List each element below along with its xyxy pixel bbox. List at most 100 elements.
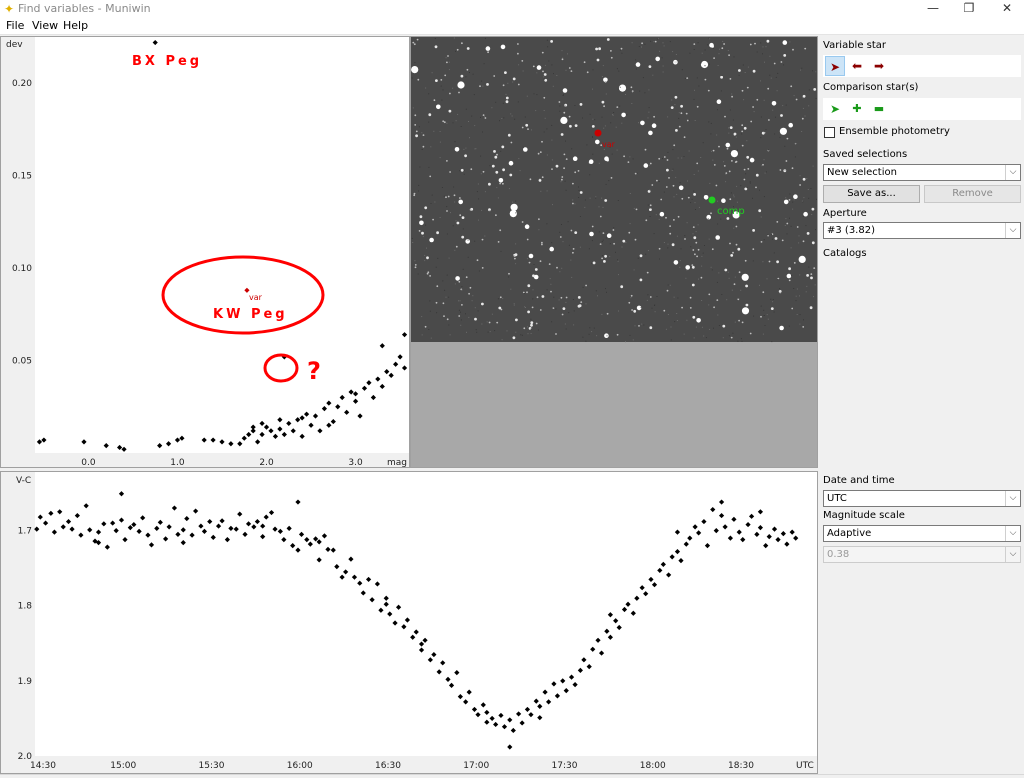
- lc-data-point[interactable]: [616, 624, 622, 631]
- data-point[interactable]: [121, 446, 127, 452]
- data-point[interactable]: [352, 391, 359, 397]
- lc-data-point[interactable]: [639, 585, 645, 591]
- data-point[interactable]: [393, 361, 399, 367]
- lc-data-point[interactable]: [154, 525, 160, 531]
- lc-data-point[interactable]: [357, 580, 363, 586]
- lc-data-point[interactable]: [215, 523, 222, 529]
- lc-data-point[interactable]: [740, 537, 746, 543]
- lc-data-point[interactable]: [268, 509, 275, 516]
- lc-data-point[interactable]: [683, 541, 689, 547]
- lc-data-point[interactable]: [696, 530, 702, 536]
- data-point[interactable]: [379, 383, 385, 390]
- data-point[interactable]: [357, 413, 363, 419]
- lc-data-point[interactable]: [457, 694, 463, 700]
- lc-data-point[interactable]: [404, 617, 411, 623]
- data-point[interactable]: [317, 428, 323, 434]
- lc-data-point[interactable]: [484, 709, 490, 716]
- data-point[interactable]: [277, 426, 283, 432]
- data-point[interactable]: [237, 441, 243, 447]
- lc-data-point[interactable]: [83, 503, 89, 509]
- lc-data-point[interactable]: [507, 717, 513, 723]
- save-as-button[interactable]: Save as...: [823, 185, 920, 203]
- data-point[interactable]: [219, 439, 225, 445]
- lc-data-point[interactable]: [360, 590, 366, 596]
- lc-data-point[interactable]: [245, 521, 252, 527]
- lc-data-point[interactable]: [528, 712, 534, 718]
- lc-data-point[interactable]: [551, 681, 557, 687]
- frame-image-panel[interactable]: var comp: [410, 36, 818, 468]
- lc-data-point[interactable]: [401, 624, 407, 630]
- lc-data-point[interactable]: [166, 524, 172, 530]
- lc-data-point[interactable]: [643, 591, 649, 597]
- lc-data-point[interactable]: [625, 601, 631, 607]
- lc-data-point[interactable]: [766, 534, 772, 540]
- lc-data-point[interactable]: [122, 537, 128, 543]
- lc-data-point[interactable]: [436, 669, 442, 675]
- lc-data-point[interactable]: [295, 499, 301, 505]
- star-field-image[interactable]: var comp: [411, 37, 818, 468]
- lc-data-point[interactable]: [463, 699, 469, 705]
- lc-data-point[interactable]: [237, 511, 243, 517]
- lc-data-point[interactable]: [339, 574, 345, 580]
- data-point[interactable]: [361, 385, 368, 391]
- data-point[interactable]: [277, 417, 283, 423]
- lc-data-point[interactable]: [554, 693, 561, 699]
- lc-data-point[interactable]: [251, 524, 257, 530]
- lc-data-point[interactable]: [131, 521, 137, 528]
- data-point[interactable]: [348, 389, 354, 395]
- remove-button[interactable]: Remove: [924, 185, 1021, 203]
- close-button[interactable]: ✕: [988, 0, 1024, 18]
- lc-data-point[interactable]: [718, 499, 725, 505]
- lc-data-point[interactable]: [722, 524, 728, 530]
- data-point[interactable]: [36, 439, 43, 445]
- data-point[interactable]: [326, 400, 332, 406]
- lc-data-point[interactable]: [480, 702, 486, 708]
- lc-data-point[interactable]: [104, 544, 110, 550]
- data-point[interactable]: [299, 415, 305, 421]
- data-point[interactable]: [339, 394, 345, 401]
- lc-data-point[interactable]: [595, 637, 601, 643]
- magnitude-scale-dropdown[interactable]: Adaptive ⌵: [823, 525, 1021, 542]
- lc-data-point[interactable]: [163, 536, 169, 542]
- lc-data-point[interactable]: [710, 506, 716, 513]
- lc-data-point[interactable]: [316, 557, 322, 563]
- aperture-dropdown[interactable]: #3 (3.82) ⌵: [823, 222, 1021, 239]
- lc-data-point[interactable]: [524, 706, 531, 713]
- lc-data-point[interactable]: [136, 528, 142, 534]
- deviation-plot-svg[interactable]: 0.0 1.0 2.0 3.00.200.150.100.05 BX Peg KW P…: [1, 37, 410, 468]
- menu-view[interactable]: View: [32, 19, 58, 33]
- saved-selections-dropdown[interactable]: New selection ⌵: [823, 164, 1021, 181]
- lc-data-point[interactable]: [145, 532, 151, 538]
- lc-data-point[interactable]: [466, 689, 472, 695]
- data-point[interactable]: [103, 443, 109, 449]
- lc-data-point[interactable]: [651, 582, 658, 588]
- lc-data-point[interactable]: [519, 720, 525, 726]
- lc-data-point[interactable]: [418, 647, 425, 653]
- lc-data-point[interactable]: [330, 547, 336, 553]
- lc-data-point[interactable]: [272, 526, 278, 532]
- lc-data-point[interactable]: [290, 543, 296, 549]
- lc-data-point[interactable]: [784, 541, 790, 547]
- lc-data-point[interactable]: [621, 606, 628, 613]
- lc-data-point[interactable]: [118, 491, 125, 497]
- lc-data-point[interactable]: [498, 712, 504, 719]
- comparison-add-button[interactable]: ✚: [847, 99, 867, 119]
- lc-data-point[interactable]: [736, 529, 742, 535]
- lc-data-point[interactable]: [383, 595, 389, 601]
- menu-help[interactable]: Help: [63, 19, 88, 33]
- data-point[interactable]: [295, 417, 301, 423]
- data-point[interactable]: [41, 437, 47, 443]
- data-point[interactable]: [179, 435, 185, 441]
- lc-data-point[interactable]: [113, 527, 119, 534]
- lc-data-point[interactable]: [193, 508, 199, 514]
- lc-data-point[interactable]: [489, 715, 495, 722]
- lc-data-point[interactable]: [321, 533, 328, 539]
- variable-prev-button[interactable]: ⬅: [847, 56, 867, 76]
- lc-data-point[interactable]: [351, 574, 358, 580]
- lc-data-point[interactable]: [37, 514, 43, 520]
- data-point[interactable]: [272, 433, 279, 439]
- lc-data-point[interactable]: [537, 703, 543, 710]
- menu-file[interactable]: File: [6, 19, 24, 33]
- lc-data-point[interactable]: [304, 537, 310, 543]
- lc-data-point[interactable]: [219, 518, 225, 524]
